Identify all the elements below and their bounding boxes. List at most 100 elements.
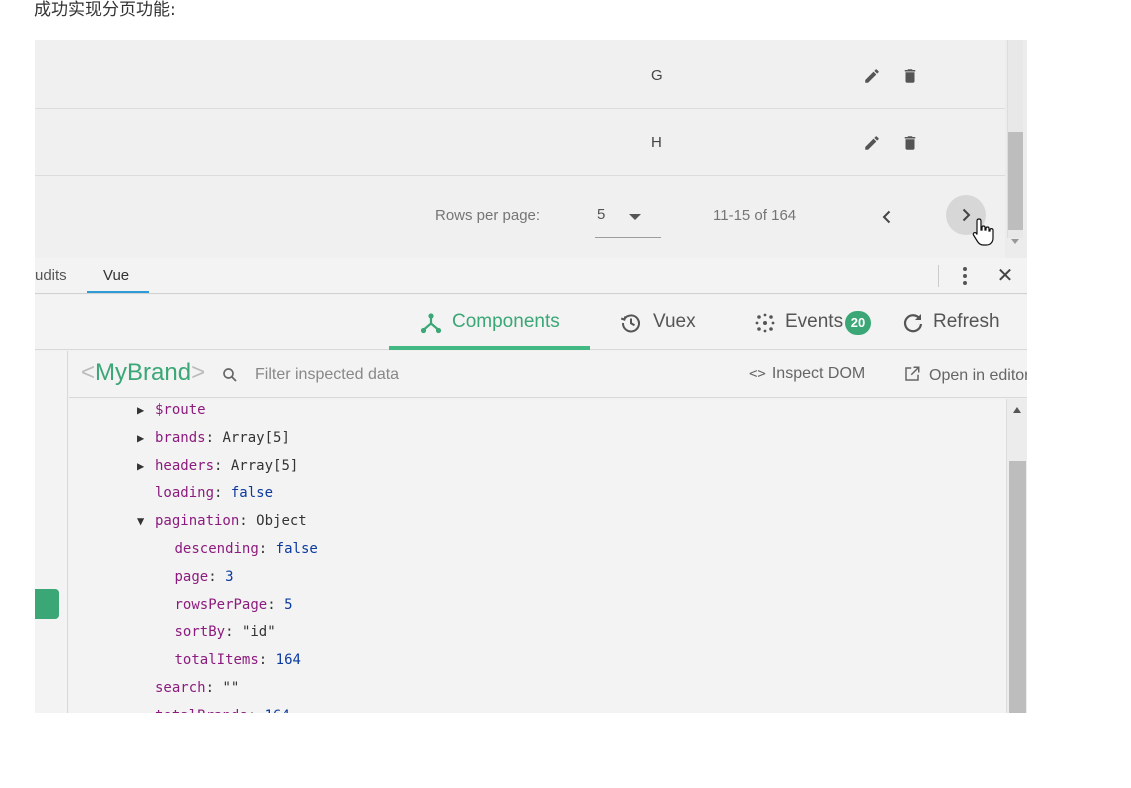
table-cell-letter: H [651,134,662,151]
rows-per-page-label: Rows per page: [435,207,541,224]
components-tree-pane [35,351,68,713]
state-property-row[interactable]: ▶ $route [137,400,206,424]
tab-vuex[interactable]: Vuex [619,295,719,350]
hand-pointer-cursor-icon [972,218,994,246]
caret-down-icon [629,214,641,220]
state-value: false [230,485,274,502]
data-table: G H Rows per page: 5 11-15 of 164 [35,40,1005,258]
state-value: 164 [275,652,301,669]
devtools-tab-bar: udits Vue ✕ [35,258,1027,294]
chevron-left-icon [882,210,891,224]
tab-vue[interactable]: Vue [103,267,129,284]
components-tree-icon [420,313,442,334]
state-property-row: totalItems: 164 [157,650,301,674]
state-separator: : [239,513,257,530]
more-options-icon[interactable] [957,265,973,287]
table-row: G [35,42,1005,109]
component-state-tree: ▶ $route ▶ brands: Array[5] ▶ headers: Array[… [69,399,1006,713]
state-separator: : [205,429,223,446]
state-value: Object [256,513,307,530]
state-separator: : [225,624,242,641]
table-scrollbar[interactable] [1005,40,1027,258]
state-key: totalItems [174,652,259,669]
state-value: 164 [265,708,290,713]
previous-page-button[interactable] [867,197,907,237]
state-value: Array[5] [222,429,290,446]
delete-trash-icon[interactable] [901,67,919,85]
filter-inspected-data-input[interactable] [255,361,555,389]
selected-component-marker[interactable] [35,589,59,619]
edit-pencil-icon[interactable] [863,134,881,152]
inspector-header: <MyBrand> <>Inspect DOM Open in editor [69,351,1027,398]
close-devtools-icon[interactable]: ✕ [994,264,1016,286]
state-key: rowsPerPage [174,596,268,613]
page-caption: 成功实现分页功能: [34,0,176,20]
tab-events[interactable]: Events 20 [753,295,893,350]
table-row: H [35,109,1005,176]
active-tab-indicator [389,346,590,350]
state-property-row[interactable]: ▶ headers: Array[5] [137,456,298,480]
state-separator: : [205,680,223,696]
state-key: pagination [155,513,240,530]
state-property-row[interactable]: ▼ pagination: Object [137,511,307,535]
screenshot-frame: G H Rows per page: 5 11-15 of 164 udits … [35,40,1027,713]
inspected-component-name: <MyBrand> [81,359,206,386]
state-value: 3 [225,568,234,585]
state-property-row: loading: false [137,483,273,507]
state-key: headers [155,457,215,474]
state-key: sortBy [174,624,226,641]
state-value: "" [222,680,240,696]
scroll-down-arrow-icon[interactable] [1011,239,1019,244]
state-value: 5 [284,596,293,613]
state-property-row: totalBrands: 164 [137,706,290,713]
state-separator: : [214,457,231,474]
refresh-button[interactable]: Refresh [901,295,1011,350]
code-brackets-icon: <> [749,366,766,382]
state-separator: : [267,596,285,613]
scroll-up-arrow-icon[interactable] [1013,407,1021,413]
tab-vuex-label: Vuex [653,311,696,332]
open-in-editor-button[interactable]: Open in editor [903,365,1027,385]
page-range-text: 11-15 of 164 [713,207,797,224]
scrollbar-thumb[interactable] [1009,461,1026,713]
refresh-icon [903,314,923,333]
expand-arrow-icon[interactable]: ▶ [137,456,155,476]
expand-arrow-icon[interactable]: ▶ [137,428,155,448]
state-property-row: search: "" [137,678,239,702]
tab-components-label: Components [452,311,560,332]
table-cell-letter: G [651,67,663,84]
state-separator: : [248,708,265,713]
events-dots-icon [755,313,775,333]
state-key: page [174,568,209,585]
vue-devtools-toolbar: Components Vuex Events 20 Refresh [35,295,1027,350]
state-property-row: page: 3 [157,567,234,591]
scrollbar-thumb[interactable] [1008,132,1023,230]
rows-per-page-value: 5 [597,206,606,223]
collapse-arrow-icon[interactable]: ▼ [137,511,155,531]
state-key: brands [155,429,206,446]
state-key: descending [174,541,259,557]
tab-events-label: Events [785,311,844,332]
state-property-row: descending: false [157,539,318,563]
pagination-bar: Rows per page: 5 11-15 of 164 [35,177,1005,257]
state-separator: : [258,652,276,669]
refresh-label: Refresh [933,311,1000,332]
state-key: totalBrands [155,708,248,713]
tab-components[interactable]: Components [389,295,590,350]
state-key: $route [155,402,206,418]
delete-trash-icon[interactable] [901,134,919,152]
history-clock-icon [620,314,640,333]
expand-arrow-icon[interactable]: ▶ [137,400,155,420]
state-value: "id" [241,624,276,641]
inspect-dom-button[interactable]: <> Inspect DOM [749,365,865,383]
active-tab-indicator [87,291,149,293]
tab-audits[interactable]: udits [35,267,67,284]
rows-per-page-select[interactable]: 5 [595,202,661,238]
state-scrollbar[interactable] [1006,399,1027,713]
state-separator: : [258,541,276,557]
state-property-row[interactable]: ▶ brands: Array[5] [137,428,290,452]
state-separator: : [214,485,231,502]
state-property-row: sortBy: "id" [157,622,276,646]
state-value: false [275,541,318,557]
edit-pencil-icon[interactable] [863,67,881,85]
